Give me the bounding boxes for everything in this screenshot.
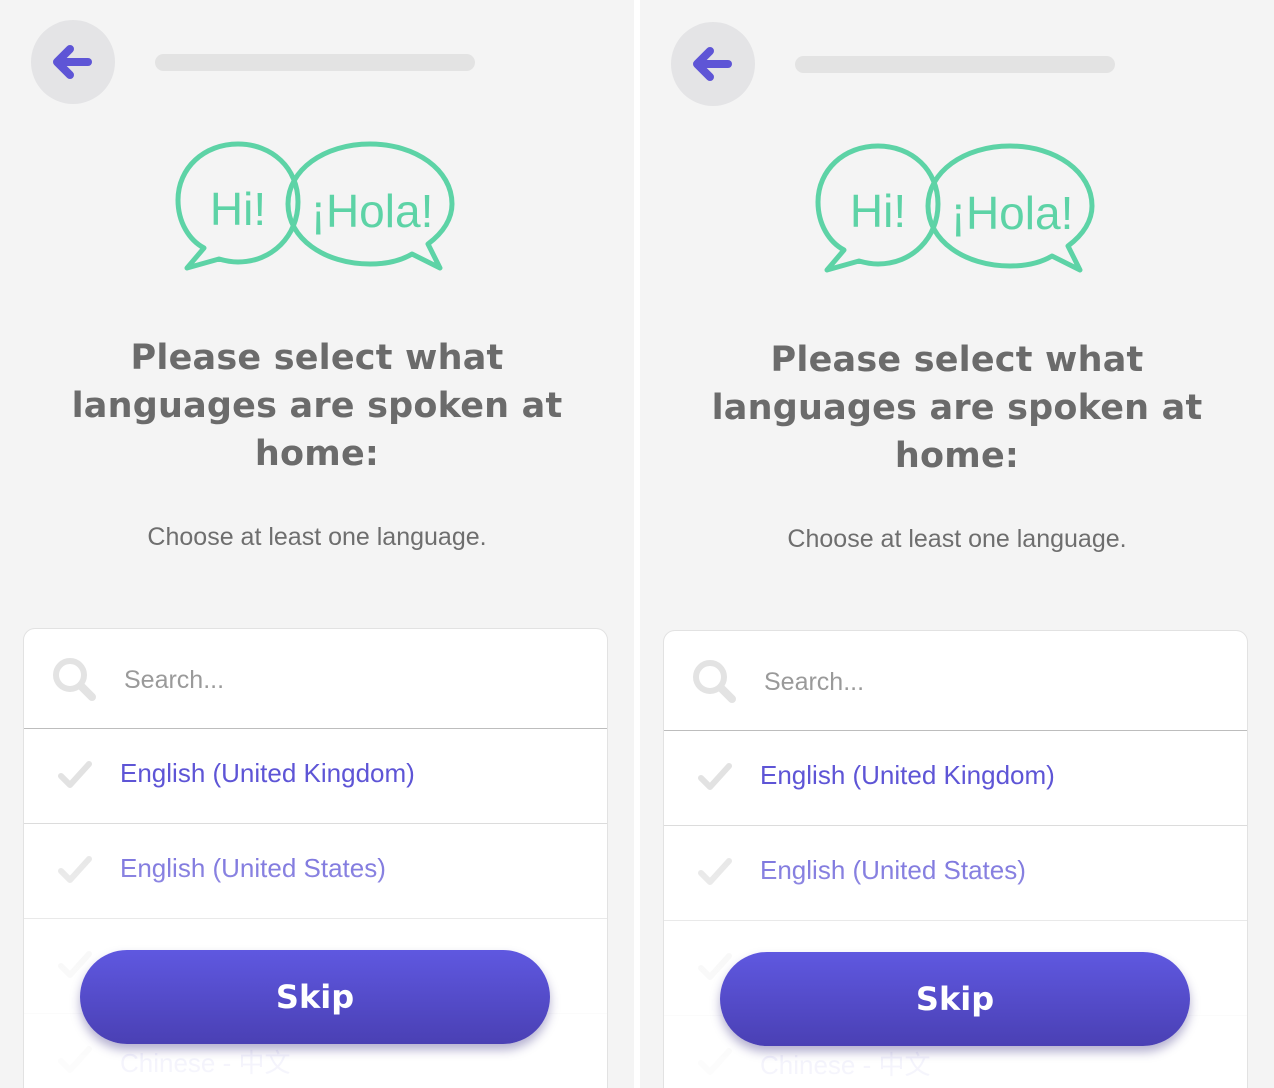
language-label: English (United Kingdom) <box>120 758 415 788</box>
language-label: English (United Kingdom) <box>760 760 1055 790</box>
hero-text-left: Hi! <box>210 183 266 235</box>
language-item[interactable]: English (United States) <box>24 824 607 919</box>
page-title: Please select what languages are spoken … <box>71 338 563 474</box>
screens: Hi! ¡Hola! Please select what languages … <box>0 0 1274 1088</box>
check-icon <box>58 761 92 788</box>
search-icon <box>693 660 736 703</box>
skip-button[interactable]: Skip <box>720 952 1190 1046</box>
hero-text-right: ¡Hola! <box>951 187 1074 239</box>
check-icon <box>58 1046 92 1073</box>
page-subtitle: Choose at least one language. <box>147 523 487 551</box>
check-icon <box>698 858 732 885</box>
language-item[interactable]: English (United States) <box>664 826 1247 921</box>
search-icon <box>53 658 96 701</box>
arrow-left-icon <box>53 45 92 79</box>
language-label: English (United States) <box>120 853 386 883</box>
skip-button[interactable]: Skip <box>80 950 550 1044</box>
page-title: Please select what languages are spoken … <box>711 340 1203 476</box>
language-item[interactable]: English (United Kingdom) <box>24 729 607 824</box>
page-subtitle: Choose at least one language. <box>787 525 1127 553</box>
search-input[interactable] <box>122 651 586 709</box>
speech-bubbles-illustration: Hi! ¡Hola! <box>175 141 455 271</box>
progress-bar <box>795 56 1115 73</box>
back-button[interactable] <box>671 22 755 106</box>
search-bar <box>24 629 607 729</box>
progress-bar <box>155 54 475 71</box>
search-bar <box>664 631 1247 731</box>
screen-left: Hi! ¡Hola! Please select what languages … <box>0 0 634 1088</box>
language-label: Chinese - 中文 <box>120 1048 291 1078</box>
back-button[interactable] <box>31 20 115 104</box>
hero-text-right: ¡Hola! <box>311 185 434 237</box>
language-item[interactable]: English (United Kingdom) <box>664 731 1247 826</box>
screen-right: Hi! ¡Hola! Please select what languages … <box>640 0 1274 1088</box>
language-label: Chinese - 中文 <box>760 1050 931 1080</box>
check-icon <box>698 1048 732 1075</box>
hero-text-left: Hi! <box>850 185 906 237</box>
check-icon <box>58 856 92 883</box>
language-label: English (United States) <box>760 855 1026 885</box>
arrow-left-icon <box>693 47 732 81</box>
speech-bubbles-illustration: Hi! ¡Hola! <box>815 143 1095 273</box>
search-input[interactable] <box>762 653 1226 711</box>
check-icon <box>698 763 732 790</box>
